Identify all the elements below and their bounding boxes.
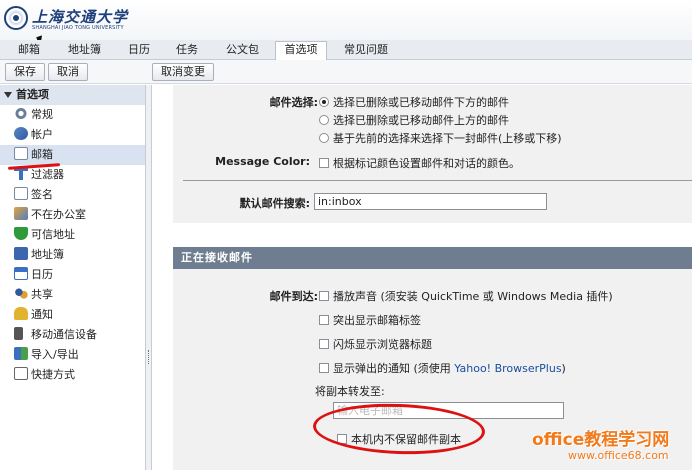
mail-selection-option-below[interactable]: 选择已删除或已移动邮件下方的邮件 [319,94,509,110]
university-seal-icon [4,6,28,30]
sidebar-item-label: 移动通信设备 [31,328,97,341]
sidebar-header[interactable]: 首选项 [0,85,145,105]
arrival-option-flash-title[interactable]: 闪烁显示浏览器标题 [319,336,432,352]
save-button[interactable]: 保存 [5,63,45,81]
accounts-icon [14,127,28,140]
sidebar-item-label: 帐户 [31,128,53,141]
option-label: 根据标记颜色设置邮件和对话的颜色。 [333,157,520,170]
tab-faq[interactable]: 常见问题 [338,42,394,60]
sidebar-item-mobile-devices[interactable]: 移动通信设备 [0,325,145,345]
receiving-mail-section-title: 正在接收邮件 [173,247,692,269]
message-color-option[interactable]: 根据标记颜色设置邮件和对话的颜色。 [319,155,520,171]
calendar-icon [14,267,28,280]
default-search-label: 默认邮件搜索: [239,197,310,210]
option-label: 基于先前的选择来选择下一封邮件(上移或下移) [333,132,562,145]
pane-splitter[interactable] [146,85,152,470]
splitter-grip[interactable] [148,350,150,364]
undo-changes-button[interactable]: 取消变更 [152,63,214,81]
default-search-input[interactable]: in:inbox [314,193,547,210]
mail-selection-option-above[interactable]: 选择已删除或已移动邮件上方的邮件 [319,112,509,128]
tab-calendar[interactable]: 日历 [122,42,156,60]
sidebar-item-label: 常规 [31,108,53,121]
sidebar-item-trusted-addresses[interactable]: 可信地址 [0,225,145,245]
mobile-icon [14,327,23,340]
gear-icon [14,107,28,120]
sidebar-item-label: 通知 [31,308,53,321]
sidebar-item-signatures[interactable]: 签名 [0,185,145,205]
sidebar-item-label: 过滤器 [31,168,64,181]
option-label-suffix: ) [561,362,566,375]
tab-tasks[interactable]: 任务 [170,42,204,60]
option-label: 突出显示邮箱标签 [333,314,421,327]
bell-icon [14,307,28,320]
sidebar-item-mail[interactable]: 邮箱 [0,145,145,165]
checkbox[interactable] [319,363,329,373]
checkbox[interactable] [319,158,329,168]
message-color-label: Message Color: [215,155,310,168]
sidebar-item-addressbook[interactable]: 地址簿 [0,245,145,265]
sidebar-item-out-of-office[interactable]: 不在办公室 [0,205,145,225]
sidebar-item-calendar[interactable]: 日历 [0,265,145,285]
signature-icon [14,187,28,200]
sidebar-item-label: 导入/导出 [31,348,79,361]
sidebar-item-label: 签名 [31,188,53,201]
radio-button[interactable] [319,115,329,125]
envelope-icon [14,147,28,160]
tab-briefcase[interactable]: 公文包 [220,42,265,60]
mail-arrival-label: 邮件到达: [269,290,318,303]
out-of-office-icon [14,207,28,220]
checkbox[interactable] [319,315,329,325]
sidebar-item-label: 不在办公室 [31,208,86,221]
cancel-button[interactable]: 取消 [48,63,88,81]
tab-mail[interactable]: 邮箱 [12,42,46,60]
sidebar-header-label: 首选项 [16,88,49,101]
shield-icon [14,227,28,240]
checkbox[interactable] [319,339,329,349]
tab-addressbook[interactable]: 地址簿 [62,42,107,60]
sidebar-item-general[interactable]: 常规 [0,105,145,125]
sidebar-item-label: 地址簿 [31,248,64,261]
mail-selection-label: 邮件选择: [269,96,318,109]
tab-preferences[interactable]: 首选项 [275,41,327,61]
option-label: 显示弹出的通知 (须使用 [333,362,455,375]
option-label: 播放声音 (须安装 QuickTime 或 Windows Media 插件) [333,290,613,303]
sidebar-item-import-export[interactable]: 导入/导出 [0,345,145,365]
sidebar-item-sharing[interactable]: 共享 [0,285,145,305]
sidebar-item-shortcuts[interactable]: 快捷方式 [0,365,145,385]
sidebar-item-label: 共享 [31,288,53,301]
browserplus-link[interactable]: Yahoo! BrowserPlus [454,362,561,375]
sidebar-item-label: 邮箱 [31,148,53,161]
toolbar: 保存 取消 取消变更 [0,60,692,84]
option-label: 选择已删除或已移动邮件上方的邮件 [333,114,509,127]
arrival-option-play-sound[interactable]: 播放声音 (须安装 QuickTime 或 Windows Media 插件) [319,288,613,304]
radio-button[interactable] [319,133,329,143]
checkbox[interactable] [319,291,329,301]
app-tab-bar: 邮箱 地址簿 日历 任务 公文包 首选项 常见问题 [0,40,692,61]
import-export-icon [14,347,28,360]
option-label: 选择已删除或已移动邮件下方的邮件 [333,96,509,109]
sidebar-item-notifications[interactable]: 通知 [0,305,145,325]
sharing-icon [14,287,28,300]
keyboard-icon [14,367,28,380]
preferences-sidebar: 首选项 常规 帐户 邮箱 过滤器 签名 不在办公室 可信地址 地址簿 日历 共享… [0,85,146,470]
sidebar-item-accounts[interactable]: 帐户 [0,125,145,145]
header-bar: 上海交通大学 SHANGHAI JIAO TONG UNIVERSITY [0,0,692,40]
arrival-option-popup[interactable]: 显示弹出的通知 (须使用 Yahoo! BrowserPlus) [319,360,566,376]
collapse-triangle-icon[interactable] [4,92,12,98]
watermark-title: office教程学习网 [532,430,670,450]
sidebar-item-label: 可信地址 [31,228,75,241]
university-logo-title: 上海交通大学 [32,8,129,26]
watermark-url: www.office68.com [568,449,669,462]
option-label: 闪烁显示浏览器标题 [333,338,432,351]
section-divider [183,180,692,181]
forward-copy-label: 将副本转发至: [315,385,385,398]
mail-selection-option-previous[interactable]: 基于先前的选择来选择下一封邮件(上移或下移) [319,130,562,146]
sidebar-item-label: 日历 [31,268,53,281]
arrival-option-highlight-tab[interactable]: 突出显示邮箱标签 [319,312,421,328]
radio-button[interactable] [319,97,329,107]
sidebar-item-label: 快捷方式 [31,368,75,381]
university-logo-subtitle: SHANGHAI JIAO TONG UNIVERSITY [32,25,124,31]
addressbook-icon [14,247,28,260]
